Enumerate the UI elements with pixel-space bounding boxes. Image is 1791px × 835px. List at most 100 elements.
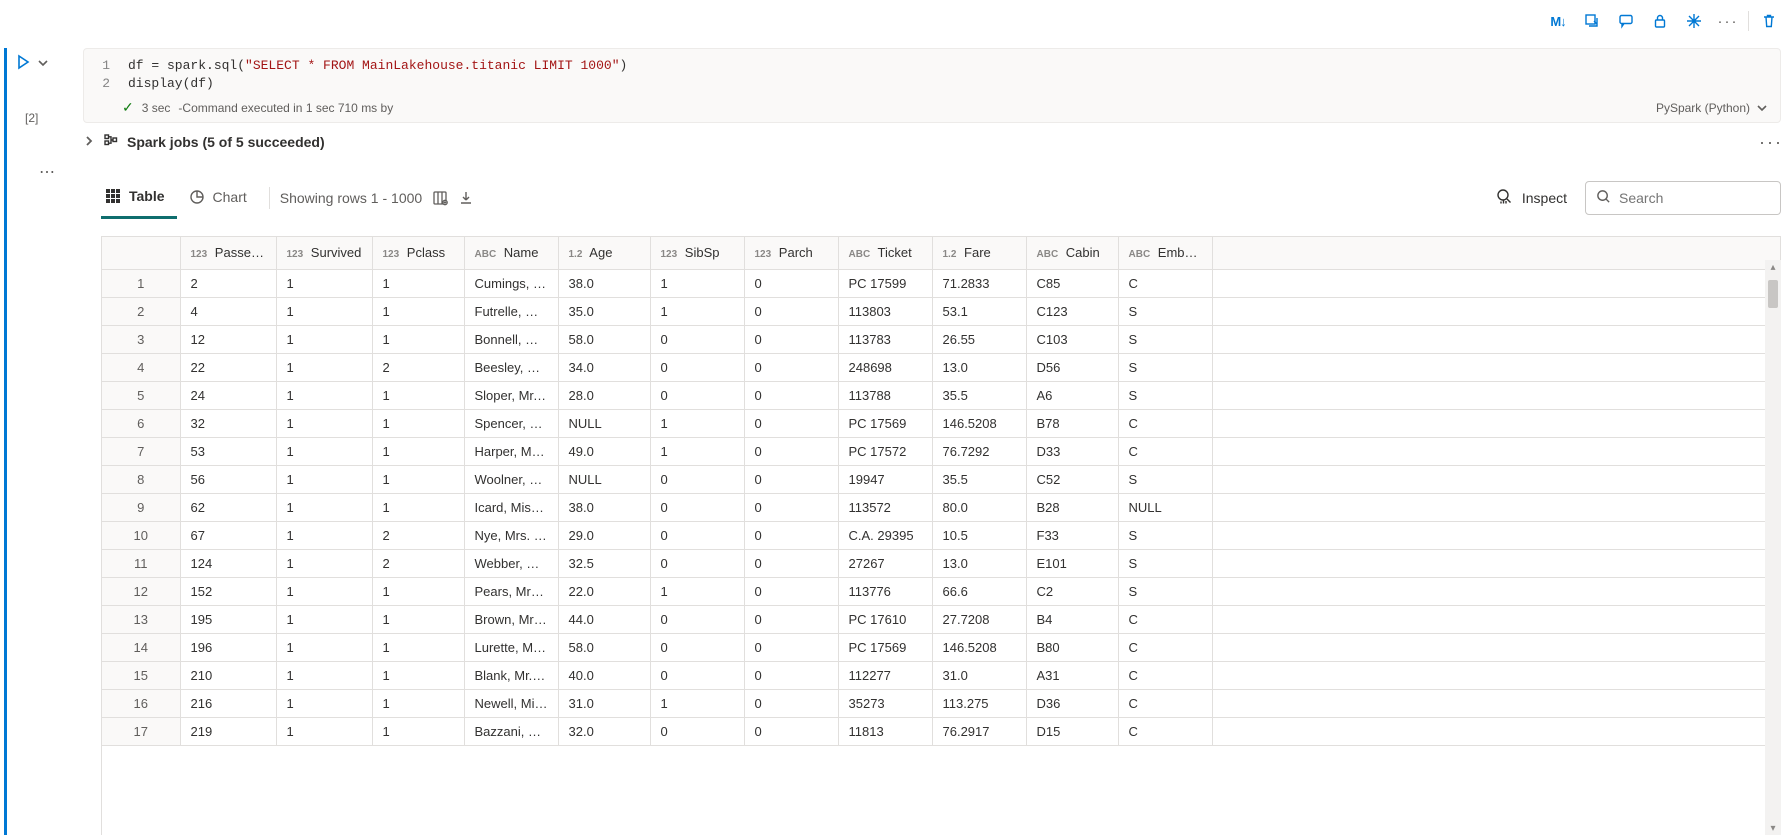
cell[interactable]: 124 <box>180 549 276 577</box>
cell[interactable]: 0 <box>744 325 838 353</box>
row-index[interactable]: 12 <box>102 577 180 605</box>
cell[interactable]: 24 <box>180 381 276 409</box>
comment-icon[interactable] <box>1612 8 1640 34</box>
table-row[interactable]: 52411Sloper, Mr. ...28.00011378835.5A6S <box>102 381 1781 409</box>
cell[interactable]: 113776 <box>838 577 932 605</box>
cell[interactable]: PC 17572 <box>838 437 932 465</box>
cell[interactable]: NULL <box>558 409 650 437</box>
table-row[interactable]: 1621611Newell, Mis...31.01035273113.275D… <box>102 689 1781 717</box>
cell[interactable]: Harper, Mrs.... <box>464 437 558 465</box>
cell[interactable]: 1 <box>276 717 372 745</box>
cell[interactable]: 1 <box>276 409 372 437</box>
cell[interactable]: S <box>1118 549 1212 577</box>
cell[interactable]: 53 <box>180 437 276 465</box>
cell[interactable]: 22 <box>180 353 276 381</box>
cell[interactable]: 1 <box>276 465 372 493</box>
cell[interactable]: 146.5208 <box>932 409 1026 437</box>
cell[interactable]: NULL <box>1118 493 1212 521</box>
row-index[interactable]: 14 <box>102 633 180 661</box>
cell[interactable]: 1 <box>276 689 372 717</box>
cell[interactable]: PC 17599 <box>838 269 932 297</box>
cell[interactable]: 196 <box>180 633 276 661</box>
cell[interactable]: 32.0 <box>558 717 650 745</box>
search-box[interactable] <box>1585 181 1781 215</box>
row-index[interactable]: 1 <box>102 269 180 297</box>
cell[interactable]: 0 <box>744 717 838 745</box>
cell-actions-icon[interactable]: ⋯ <box>39 162 56 182</box>
column-header[interactable]: 1.2 Age <box>558 237 650 269</box>
column-header[interactable]: ABC Ticket <box>838 237 932 269</box>
cell[interactable]: 1 <box>650 577 744 605</box>
table-row[interactable]: 75311Harper, Mrs....49.010PC 1757276.729… <box>102 437 1781 465</box>
scroll-up-icon[interactable]: ▴ <box>1765 260 1781 274</box>
cell[interactable]: 0 <box>744 297 838 325</box>
cell[interactable]: 1 <box>372 605 464 633</box>
table-row[interactable]: 1319511Brown, Mrs. ...44.000PC 1761027.7… <box>102 605 1781 633</box>
row-index[interactable]: 2 <box>102 297 180 325</box>
cell[interactable]: Newell, Mis... <box>464 689 558 717</box>
cell[interactable]: 1 <box>372 297 464 325</box>
cell[interactable]: PC 17569 <box>838 409 932 437</box>
table-row[interactable]: 106712Nye, Mrs. (E...29.000C.A. 2939510.… <box>102 521 1781 549</box>
cell[interactable]: 11813 <box>838 717 932 745</box>
cell[interactable]: Pears, Mrs. ... <box>464 577 558 605</box>
cell[interactable]: 113783 <box>838 325 932 353</box>
cell[interactable]: 67 <box>180 521 276 549</box>
cell[interactable]: S <box>1118 381 1212 409</box>
cell[interactable]: S <box>1118 465 1212 493</box>
scroll-down-icon[interactable]: ▾ <box>1765 821 1781 835</box>
cell[interactable]: 0 <box>744 465 838 493</box>
row-index[interactable]: 6 <box>102 409 180 437</box>
cell[interactable]: B78 <box>1026 409 1118 437</box>
column-header[interactable]: ABC Name <box>464 237 558 269</box>
row-index[interactable]: 4 <box>102 353 180 381</box>
cell[interactable]: 0 <box>650 633 744 661</box>
cell[interactable]: 0 <box>744 661 838 689</box>
cell[interactable]: 0 <box>744 493 838 521</box>
cell[interactable]: Beesley, Mr.... <box>464 353 558 381</box>
tab-chart[interactable]: Chart <box>185 179 259 217</box>
cell[interactable]: 248698 <box>838 353 932 381</box>
run-cell-icon[interactable] <box>15 54 31 75</box>
cell[interactable]: C123 <box>1026 297 1118 325</box>
cell[interactable]: C <box>1118 437 1212 465</box>
cell[interactable]: C <box>1118 269 1212 297</box>
table-row[interactable]: 2411Futrelle, Mrs...35.01011380353.1C123… <box>102 297 1781 325</box>
cell[interactable]: Woolner, M... <box>464 465 558 493</box>
delete-icon[interactable] <box>1755 8 1783 34</box>
row-index[interactable]: 10 <box>102 521 180 549</box>
row-index[interactable]: 7 <box>102 437 180 465</box>
cell[interactable]: 113788 <box>838 381 932 409</box>
code-editor[interactable]: 1df = spark.sql("SELECT * FROM MainLakeh… <box>83 48 1781 123</box>
table-row[interactable]: 31211Bonnell, Mis...58.00011378326.55C10… <box>102 325 1781 353</box>
chevron-right-icon[interactable] <box>83 134 95 150</box>
cell[interactable]: 1 <box>276 297 372 325</box>
row-index[interactable]: 3 <box>102 325 180 353</box>
cell[interactable]: 0 <box>744 269 838 297</box>
cell[interactable]: Sloper, Mr. ... <box>464 381 558 409</box>
cell[interactable]: S <box>1118 353 1212 381</box>
row-index[interactable]: 13 <box>102 605 180 633</box>
cell[interactable]: 53.1 <box>932 297 1026 325</box>
table-row[interactable]: 96211Icard, Miss. ...38.00011357280.0B28… <box>102 493 1781 521</box>
cell[interactable]: 0 <box>744 521 838 549</box>
cell[interactable]: PC 17569 <box>838 633 932 661</box>
cell[interactable]: 1 <box>372 717 464 745</box>
cell[interactable]: 32 <box>180 409 276 437</box>
column-options-icon[interactable] <box>432 190 448 206</box>
row-index[interactable]: 5 <box>102 381 180 409</box>
cell[interactable]: 0 <box>650 353 744 381</box>
cell[interactable]: 0 <box>650 549 744 577</box>
cell[interactable]: 2 <box>372 549 464 577</box>
cell[interactable]: 1 <box>276 549 372 577</box>
cell[interactable]: 0 <box>744 633 838 661</box>
cell[interactable]: 58.0 <box>558 325 650 353</box>
move-cell-icon[interactable] <box>1578 8 1606 34</box>
cell[interactable]: A6 <box>1026 381 1118 409</box>
cell[interactable]: 112277 <box>838 661 932 689</box>
cell[interactable]: 0 <box>650 465 744 493</box>
cell[interactable]: 22.0 <box>558 577 650 605</box>
column-header[interactable]: 123 Passenger... <box>180 237 276 269</box>
cell[interactable]: 0 <box>744 577 838 605</box>
row-index[interactable]: 11 <box>102 549 180 577</box>
